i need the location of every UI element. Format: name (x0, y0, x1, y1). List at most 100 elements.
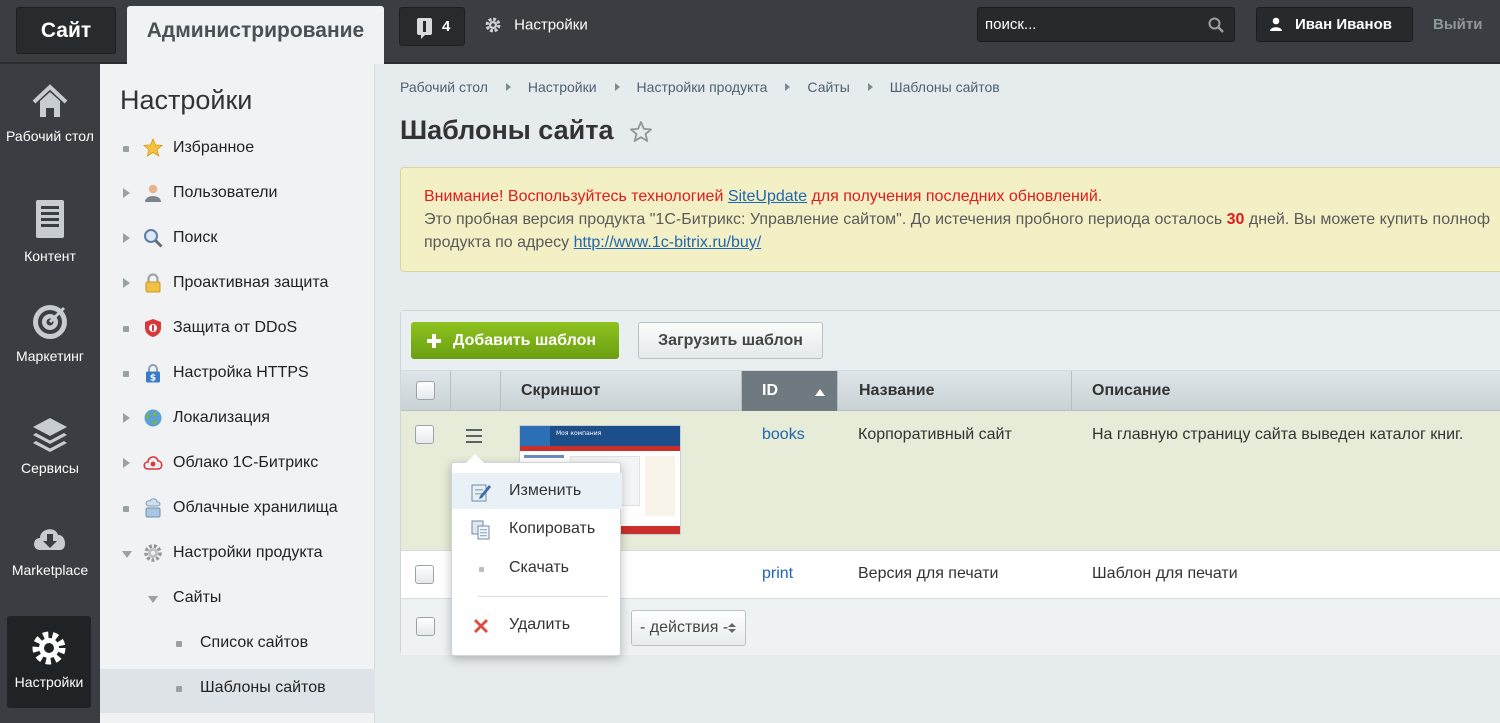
menu-marketplace[interactable]: Marketplace (0, 520, 100, 578)
panel-item-favorites[interactable]: Избранное (100, 129, 375, 173)
column-description[interactable]: Описание (1072, 371, 1500, 411)
updown-arrow-icon (728, 623, 736, 633)
menu-services[interactable]: Сервисы (0, 414, 100, 476)
menu-content[interactable]: Контент (0, 198, 100, 264)
panel-item-product-settings[interactable]: Настройки продукта (100, 534, 375, 578)
breadcrumb-item[interactable]: Настройки (528, 79, 597, 95)
panel-item-bitrix-cloud[interactable]: Облако 1С-Битрикс (100, 444, 375, 488)
left-icon-menu: Рабочий стол Контент Маркетинг Сервисы M… (0, 64, 100, 723)
search-input[interactable] (978, 8, 1203, 41)
copy-icon (471, 520, 490, 540)
breadcrumb: Рабочий стол Настройки Настройки продукта С… (400, 79, 1000, 95)
user-button[interactable]: Иван Иванов (1256, 7, 1413, 42)
row-menu-icon[interactable] (466, 429, 482, 443)
panel-item-label: Поиск (173, 229, 218, 246)
panel-item-localization[interactable]: Локализация (100, 399, 375, 443)
cloud-icon (143, 456, 163, 470)
expand-arrow-icon[interactable] (123, 458, 130, 468)
menu-item-delete[interactable]: Удалить (452, 607, 622, 643)
page-title: Шаблоны сайта (400, 115, 614, 145)
top-bar: Сайт Администрирование 4 Настройки Иван … (0, 0, 1500, 64)
menu-item-download[interactable]: Скачать (452, 550, 622, 586)
menu-settings-label: Настройки (14, 674, 84, 690)
collapse-arrow-icon[interactable] (122, 551, 132, 558)
panel-item-site-list[interactable]: Список сайтов (100, 624, 375, 668)
menu-desktop[interactable]: Рабочий стол (0, 82, 100, 144)
settings-label: Настройки (514, 16, 588, 34)
layers-icon (33, 418, 67, 452)
logout-link[interactable]: Выйти (1433, 16, 1482, 33)
settings-panel: Настройки Избранное Пользователи Поиск П… (100, 64, 375, 723)
search-icon[interactable] (1208, 17, 1224, 33)
menu-settings[interactable]: Настройки (7, 616, 91, 708)
shield-icon (145, 319, 161, 337)
breadcrumb-separator-icon (867, 83, 873, 91)
panel-item-label: Сайты (173, 589, 222, 606)
panel-item-proactive[interactable]: Проактивная защита (100, 264, 375, 308)
panel-item-label: Список сайтов (200, 634, 309, 651)
expand-arrow-icon[interactable] (123, 233, 130, 243)
trial-notice: Внимание! Воспользуйтесь технологией Sit… (400, 167, 1500, 272)
site-tab[interactable]: Сайт (16, 7, 116, 54)
panel-item-search[interactable]: Поиск (100, 219, 375, 263)
menu-marketing[interactable]: Маркетинг (0, 302, 100, 364)
upload-template-button[interactable]: Загрузить шаблон (638, 322, 823, 359)
menu-marketplace-label: Marketplace (11, 562, 89, 578)
template-id-link[interactable]: print (762, 565, 793, 583)
footer-checkbox[interactable] (416, 617, 435, 636)
gear-icon (485, 17, 501, 33)
expand-arrow-icon[interactable] (123, 413, 130, 423)
panel-title: Настройки (120, 85, 253, 115)
panel-item-label: Пользователи (173, 184, 278, 201)
dot-icon (479, 567, 484, 572)
settings-link[interactable]: Настройки (484, 16, 588, 34)
column-screenshot[interactable]: Скриншот (501, 371, 742, 411)
menu-item-copy[interactable]: Копировать (452, 511, 622, 547)
expand-arrow-icon[interactable] (123, 188, 130, 198)
panel-item-label: Облако 1С-Битрикс (173, 454, 319, 471)
siteupdate-link[interactable]: SiteUpdate (728, 188, 807, 205)
column-name[interactable]: Название (838, 371, 1072, 411)
panel-item-cloud-storage[interactable]: Облачные хранилища (100, 489, 375, 533)
menu-item-edit[interactable]: Изменить (452, 473, 622, 509)
breadcrumb-item[interactable]: Сайты (807, 79, 849, 95)
menu-separator (478, 596, 608, 597)
admin-tab[interactable]: Администрирование (127, 6, 384, 64)
expand-arrow-icon[interactable] (123, 278, 130, 288)
thumbnail-title: Моя компания (556, 430, 602, 437)
panel-item-https[interactable]: $ Настройка HTTPS (100, 354, 375, 398)
menu-marketing-label: Маркетинг (15, 348, 85, 364)
buy-link[interactable]: http://www.1c-bitrix.ru/buy/ (574, 234, 762, 251)
breadcrumb-item[interactable]: Шаблоны сайтов (890, 79, 1000, 95)
favorite-star-icon[interactable] (629, 120, 653, 144)
template-name: Корпоративный сайт (858, 426, 1012, 443)
add-template-button[interactable]: Добавить шаблон (411, 322, 619, 359)
column-id[interactable]: ID (742, 371, 838, 411)
edit-icon (471, 484, 491, 502)
collapse-arrow-icon[interactable] (148, 596, 158, 603)
row-context-menu: Изменить Копировать Скачать Удалить (451, 454, 622, 656)
template-id-link[interactable]: books (762, 426, 805, 444)
user-name: Иван Иванов (1295, 16, 1392, 33)
select-all-checkbox[interactable] (416, 381, 435, 400)
breadcrumb-separator-icon (785, 83, 791, 91)
panel-item-users[interactable]: Пользователи (100, 174, 375, 218)
notifications-button[interactable]: 4 (399, 7, 465, 46)
delete-icon (474, 619, 488, 633)
panel-item-site-templates[interactable]: Шаблоны сайтов (100, 669, 375, 713)
row-checkbox[interactable] (415, 425, 434, 444)
actions-select[interactable]: - действия - (631, 610, 746, 646)
breadcrumb-item[interactable]: Настройки продукта (637, 79, 768, 95)
https-icon: $ (146, 364, 160, 383)
panel-item-sites[interactable]: Сайты (100, 579, 375, 623)
menu-services-label: Сервисы (20, 460, 79, 476)
magnifier-icon (144, 229, 163, 248)
panel-item-ddos[interactable]: Защита от DDoS (100, 309, 375, 353)
target-icon (33, 305, 67, 339)
breadcrumb-item[interactable]: Рабочий стол (400, 79, 488, 95)
template-name: Версия для печати (858, 565, 999, 582)
cloud-download-icon (34, 529, 66, 550)
user-icon (145, 184, 161, 202)
row-checkbox[interactable] (415, 565, 434, 584)
panel-item-label: Настройки продукта (173, 544, 323, 561)
